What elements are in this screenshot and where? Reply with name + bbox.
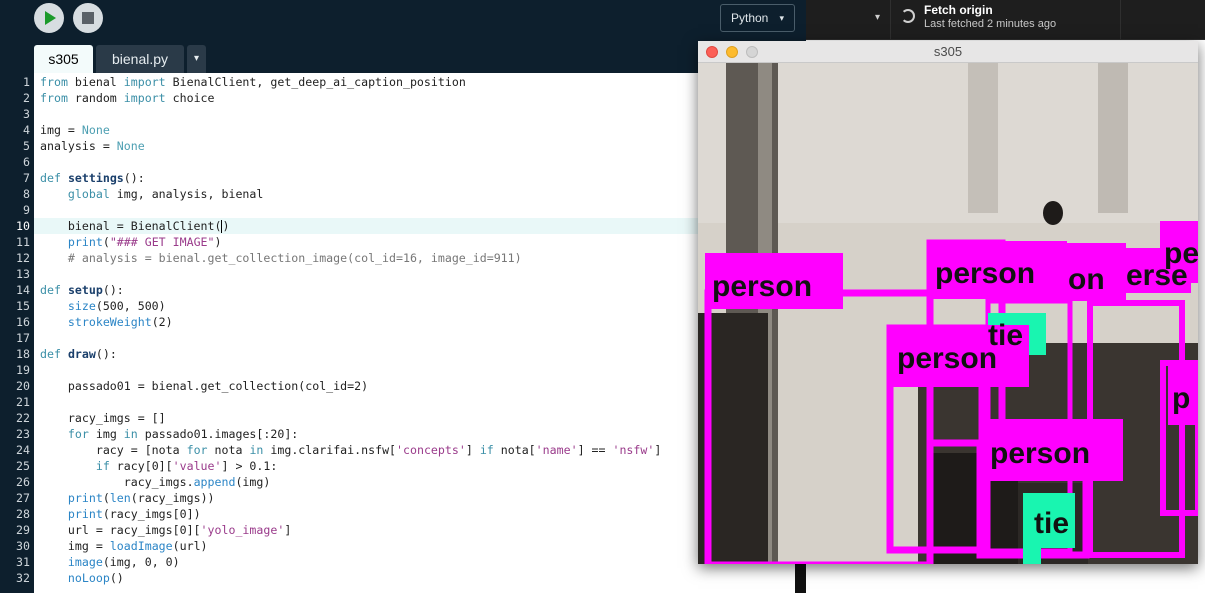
- line-number: 23: [16, 427, 30, 441]
- code-line[interactable]: from random import choice: [40, 90, 215, 106]
- code-line[interactable]: for img in passado01.images[:20]:: [40, 426, 298, 442]
- line-number: 4: [23, 123, 30, 137]
- code-line[interactable]: image(img, 0, 0): [40, 554, 180, 570]
- code-line[interactable]: # analysis = bienal.get_collection_image…: [40, 250, 522, 266]
- code-line[interactable]: def setup():: [40, 282, 124, 298]
- line-number: 15: [16, 299, 30, 313]
- tie-box-2-tail: [1023, 548, 1041, 564]
- line-number: 20: [16, 379, 30, 393]
- line-number: 22: [16, 411, 30, 425]
- fetch-title: Fetch origin: [924, 3, 993, 17]
- line-number: 17: [16, 331, 30, 345]
- code-line[interactable]: racy_imgs = []: [40, 410, 166, 426]
- code-line[interactable]: def settings():: [40, 170, 145, 186]
- line-number: 8: [23, 187, 30, 201]
- code-line[interactable]: if racy[0]['value'] > 0.1:: [40, 458, 278, 474]
- sketch-title: s305: [933, 44, 963, 59]
- code-line[interactable]: print(racy_imgs[0]): [40, 506, 201, 522]
- line-number: 27: [16, 491, 30, 505]
- line-number: 29: [16, 523, 30, 537]
- branch-dropdown[interactable]: ▾: [806, 0, 891, 40]
- line-number: 31: [16, 555, 30, 569]
- code-line[interactable]: analysis = None: [40, 138, 145, 154]
- git-toolbar: ▾ Fetch origin Last fetched 2 minutes ag…: [806, 0, 1205, 40]
- line-number: 26: [16, 475, 30, 489]
- line-number: 11: [16, 235, 30, 249]
- tab-bar: s305 bienal.py ▾: [0, 40, 806, 73]
- person-label-7: pe: [1164, 237, 1198, 270]
- person-label-2: person: [935, 257, 1035, 290]
- line-number: 13: [16, 267, 30, 281]
- yolo-detection-image: person person person person tie tie on e…: [698, 63, 1198, 564]
- person-label-4: person: [990, 437, 1090, 470]
- line-number: 9: [23, 203, 30, 217]
- tab-bienal-py[interactable]: bienal.py: [96, 45, 184, 73]
- sketch-canvas: person person person person tie tie on e…: [698, 63, 1198, 564]
- fetch-origin-button[interactable]: Fetch origin Last fetched 2 minutes ago: [891, 0, 1121, 40]
- code-line[interactable]: url = racy_imgs[0]['yolo_image']: [40, 522, 291, 538]
- tie-label-1: tie: [988, 319, 1023, 352]
- line-number-gutter: 1 2 3 4 5 6 7 8 9 10 11 12 13 14 15 16 17 18 19 20 21 22 23 24 2…: [0, 73, 34, 593]
- line-number: 24: [16, 443, 30, 457]
- person-label-5: on: [1068, 263, 1105, 296]
- line-number: 7: [23, 171, 30, 185]
- line-number: 16: [16, 315, 30, 329]
- chevron-down-icon: ▾: [779, 13, 784, 23]
- fetch-subtitle: Last fetched 2 minutes ago: [924, 18, 1057, 30]
- code-line[interactable]: print(len(racy_imgs)): [40, 490, 215, 506]
- play-icon: [45, 11, 56, 25]
- line-number: 14: [16, 283, 30, 297]
- code-line[interactable]: print("### GET IMAGE"): [40, 234, 222, 250]
- line-number: 21: [16, 395, 30, 409]
- tab-menu-button[interactable]: ▾: [187, 45, 206, 73]
- sync-icon: [901, 9, 915, 23]
- editor-toolbar: Python ▾: [0, 0, 806, 40]
- sketch-window: s305 person person person person tie tie…: [698, 41, 1198, 564]
- line-number: 12: [16, 251, 30, 265]
- tie-label-2: tie: [1034, 507, 1069, 540]
- stop-button[interactable]: [73, 3, 103, 33]
- line-number: 2: [23, 91, 30, 105]
- run-button[interactable]: [34, 3, 64, 33]
- code-line[interactable]: img = None: [40, 122, 110, 138]
- line-number: 18: [16, 347, 30, 361]
- code-line[interactable]: strokeWeight(2): [40, 314, 173, 330]
- line-number: 3: [23, 107, 30, 121]
- photo-column-1: [968, 63, 998, 213]
- line-number: 30: [16, 539, 30, 553]
- language-value: Python: [731, 11, 769, 25]
- line-number: 19: [16, 363, 30, 377]
- code-line[interactable]: racy = [nota for nota in img.clarifai.ns…: [40, 442, 662, 458]
- line-number: 1: [23, 75, 30, 89]
- code-line[interactable]: img = loadImage(url): [40, 538, 208, 554]
- line-number: 10: [16, 219, 30, 233]
- person-label-8: p: [1172, 382, 1190, 415]
- person-label-1: person: [712, 270, 812, 303]
- language-select[interactable]: Python ▾: [720, 4, 795, 32]
- code-line[interactable]: noLoop(): [40, 570, 124, 586]
- code-editor[interactable]: from bienal import BienalClient, get_dee…: [34, 73, 795, 593]
- code-line[interactable]: passado01 = bienal.get_collection(col_id…: [40, 378, 368, 394]
- code-line[interactable]: bienal = BienalClient(): [40, 218, 229, 234]
- code-line[interactable]: global img, analysis, bienal: [40, 186, 263, 202]
- code-line[interactable]: def draw():: [40, 346, 117, 362]
- line-number: 32: [16, 571, 30, 585]
- code-line[interactable]: racy_imgs.append(img): [40, 474, 271, 490]
- chevron-down-icon: ▾: [874, 12, 880, 23]
- line-number: 5: [23, 139, 30, 153]
- sketch-titlebar[interactable]: s305: [698, 41, 1198, 63]
- line-number: 6: [23, 155, 30, 169]
- stop-icon: [82, 12, 94, 24]
- photo-head: [1043, 201, 1063, 225]
- line-number: 25: [16, 459, 30, 473]
- person-label-3: person: [897, 342, 997, 375]
- code-line[interactable]: from bienal import BienalClient, get_dee…: [40, 74, 466, 90]
- line-number: 28: [16, 507, 30, 521]
- photo-column-2: [1098, 63, 1128, 213]
- code-line[interactable]: size(500, 500): [40, 298, 166, 314]
- tab-s305[interactable]: s305: [34, 45, 93, 73]
